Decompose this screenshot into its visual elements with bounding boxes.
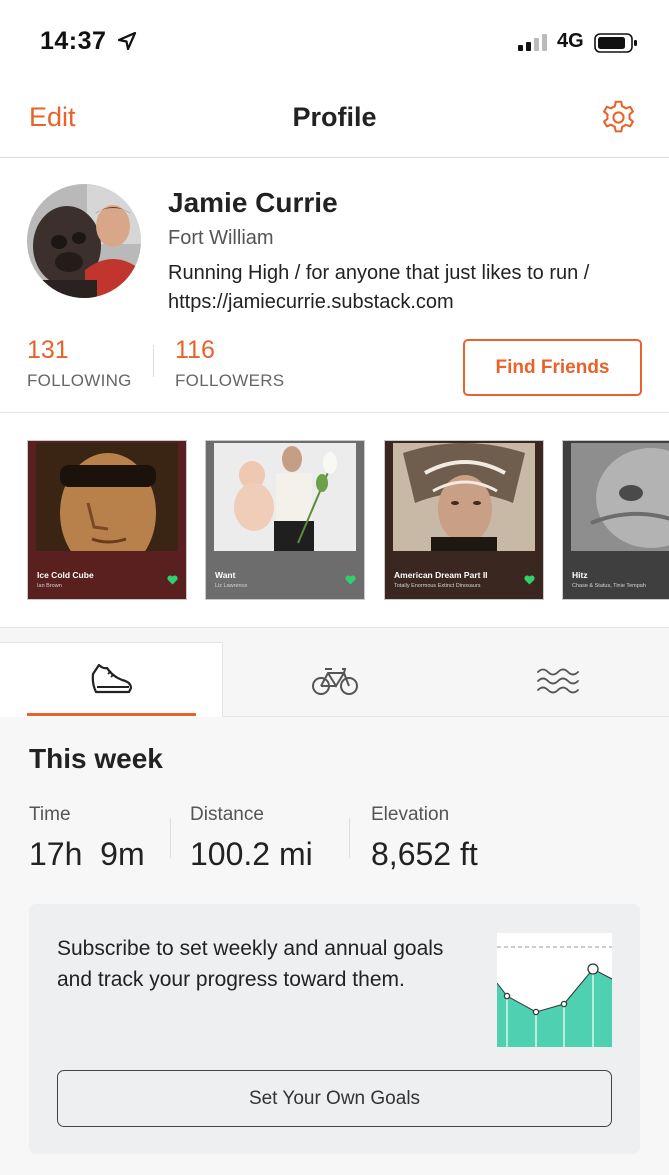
set-goals-button[interactable]: Set Your Own Goals [57, 1070, 612, 1127]
gear-icon[interactable] [600, 99, 637, 136]
track-title: Hitz [572, 570, 588, 580]
bicycle-icon[interactable] [311, 666, 359, 696]
album-art [393, 443, 535, 551]
distance-value: 100.2 mi [190, 836, 313, 872]
heart-icon[interactable] [345, 575, 356, 585]
location-arrow-icon [117, 31, 137, 51]
swim-waves-icon[interactable] [536, 666, 580, 696]
avatar-photo [27, 184, 141, 298]
following-count: 131 [27, 336, 69, 364]
goals-chart-illustration [497, 933, 612, 1047]
status-bar: 14:37 4G [0, 0, 669, 80]
album-art [571, 443, 669, 551]
track-artist: Totally Enormous Extinct Dinosaurs [394, 583, 481, 589]
heart-icon[interactable] [524, 575, 535, 585]
avatar[interactable] [27, 184, 141, 298]
goals-description: Subscribe to set weekly and annual goals… [57, 937, 444, 991]
music-card[interactable]: Ice Cold Cube Ian Brown [27, 440, 187, 600]
track-artist: Ian Brown [37, 583, 62, 589]
running-shoe-icon[interactable] [90, 660, 134, 696]
music-card[interactable]: American Dream Part II Totally Enormous … [384, 440, 544, 600]
time-label: Time [29, 804, 71, 825]
divider [0, 412, 669, 413]
following-stat[interactable]: 131 FOLLOWING [27, 336, 132, 391]
time-value: 17h 9m [29, 836, 145, 872]
active-tab-indicator [27, 713, 196, 716]
distance-label: Distance [190, 804, 264, 825]
followers-stat[interactable]: 116 FOLLOWERS [175, 336, 284, 391]
signal-icon [518, 33, 547, 51]
album-art [36, 443, 178, 551]
elevation-value: 8,652 ft [371, 836, 478, 872]
following-label: FOLLOWING [27, 371, 132, 390]
track-title: American Dream Part II [394, 570, 488, 580]
followers-label: FOLLOWERS [175, 371, 285, 390]
stat-divider [349, 818, 350, 858]
track-title: Ice Cold Cube [37, 570, 94, 580]
battery-icon [594, 33, 637, 53]
status-time: 14:37 [40, 27, 107, 55]
nav-bar: Profile Edit [0, 80, 669, 158]
elevation-label: Elevation [371, 804, 450, 825]
stat-divider [153, 345, 154, 377]
music-card[interactable]: Want Liz Lawrence [205, 440, 365, 600]
profile-location: Fort William [168, 227, 274, 249]
network-type: 4G [557, 30, 584, 52]
profile-name: Jamie Currie [168, 187, 338, 218]
page-title: Profile [292, 102, 377, 132]
followers-count: 116 [175, 336, 215, 364]
find-friends-button[interactable]: Find Friends [463, 339, 642, 396]
track-artist: Chase & Status, Tinie Tempah [572, 583, 646, 589]
heart-icon[interactable] [167, 575, 178, 585]
album-art [214, 443, 356, 551]
stat-divider [170, 818, 171, 858]
edit-button[interactable]: Edit [29, 102, 76, 133]
this-week-title: This week [29, 743, 163, 774]
profile-bio: Running High / for anyone that just like… [168, 262, 590, 313]
music-card[interactable]: Hitz Chase & Status, Tinie Tempah [562, 440, 669, 600]
track-title: Want [215, 570, 236, 580]
track-artist: Liz Lawrence [215, 583, 248, 589]
